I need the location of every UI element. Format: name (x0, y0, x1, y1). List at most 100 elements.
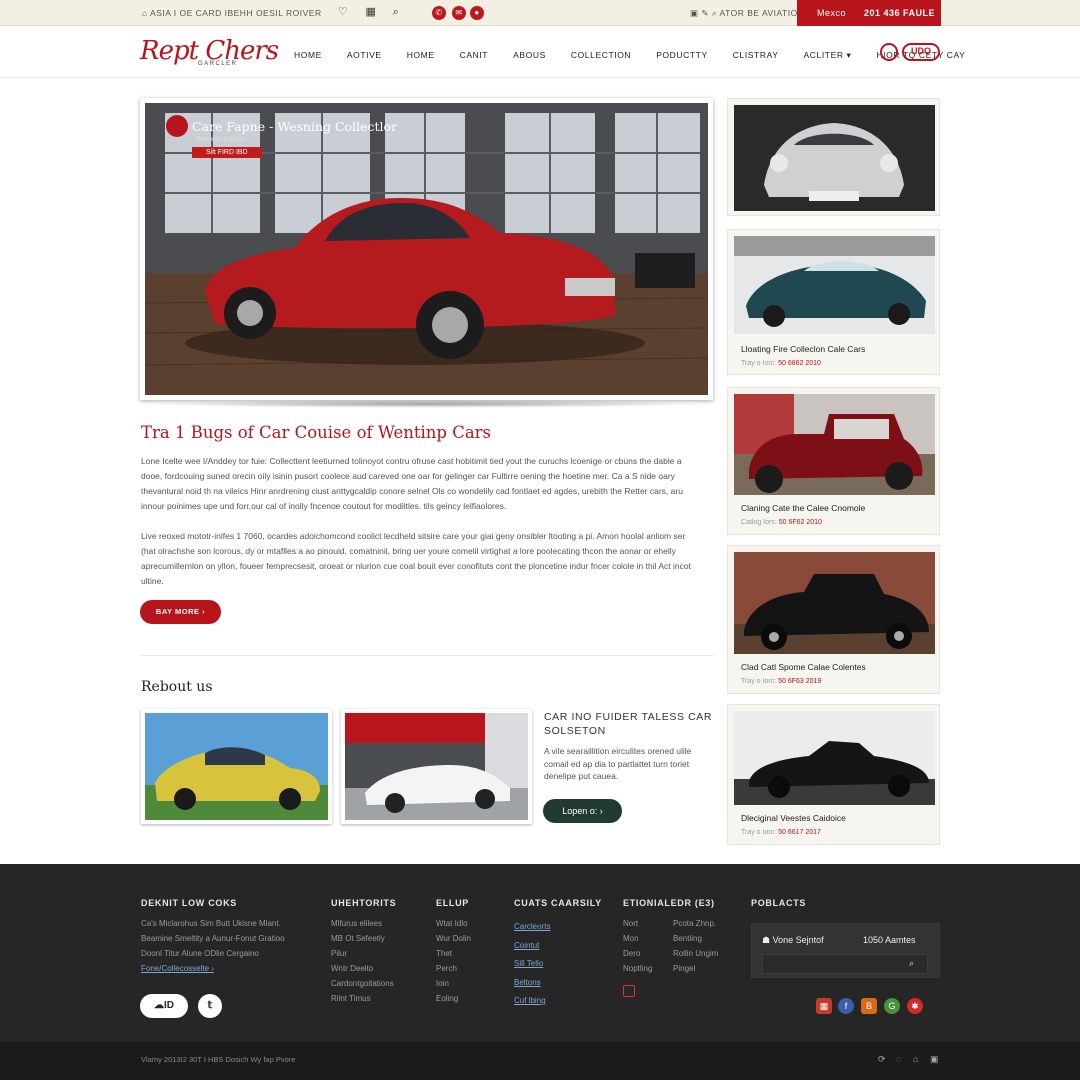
footer-link[interactable]: Wntr Deelto (331, 961, 394, 976)
footer-link[interactable]: Pingel (673, 961, 718, 976)
footer-link[interactable]: Wtat Idlo (436, 916, 471, 931)
side-text: A vile searaillition eirculites orened u… (544, 746, 692, 781)
footer-link[interactable]: Cointut (514, 937, 550, 956)
footer-link[interactable]: Thet (436, 946, 471, 961)
open-button[interactable]: Lopen o: › (543, 799, 622, 823)
calendar-icon[interactable]: ▦ (364, 5, 378, 19)
footer-link[interactable]: MB Ot Sefeetly (331, 931, 394, 946)
footer-link[interactable]: Pcota Zhnp. (673, 916, 718, 931)
card-meta: Tray o Iorc: 50 6617 2017 (741, 829, 821, 836)
hero-shadow (150, 400, 703, 408)
nav-item-dropdown[interactable]: ACLITER ▾ (804, 50, 852, 61)
pin-icon[interactable]: ● (470, 6, 484, 20)
card-image (734, 236, 935, 334)
side-card-1[interactable] (727, 98, 940, 216)
card-title[interactable]: Lloating Fire Colleclon Cale Cars (741, 344, 865, 354)
footer-col2: Mlfurus elilees MB Ot Sefeetly Pilur Wnt… (331, 916, 394, 1006)
newsletter-input[interactable] (762, 954, 928, 974)
footer-link[interactable]: Dero (623, 946, 652, 961)
footer-link[interactable]: Rollin Ungim (673, 946, 718, 961)
blogger-icon[interactable]: B (861, 998, 877, 1014)
comment-icon[interactable]: ◌ (896, 1054, 901, 1064)
facebook-icon[interactable]: f (838, 998, 854, 1014)
footer-link[interactable]: Fone/Collecosselte › (141, 961, 285, 976)
footer-link[interactable]: Mlfurus elilees (331, 916, 394, 931)
footer-link[interactable]: Rilnt Timus (331, 991, 394, 1006)
cloud-icon[interactable]: ☁ID (140, 994, 188, 1018)
promo-banner[interactable]: Mexco 201 436 FAULE (797, 0, 941, 26)
top-bar-right-links[interactable]: ▣ ✎ ⌕ ATOR BE AVIATION (690, 8, 804, 19)
footer-link[interactable]: Sill Tello (514, 955, 550, 974)
footer-col5-heading: ETIONIALEDR (E3) (623, 898, 715, 908)
newsletter-count: 1050 Aamtes (863, 935, 916, 945)
hero-image[interactable]: Care Fapne - Wesning Collectlor Bonsers … (140, 98, 713, 400)
footer-link[interactable]: Bentiing (673, 931, 718, 946)
footer-link[interactable]: Perch (436, 961, 471, 976)
card-title[interactable]: Claning Cate the Calee Cnomole (741, 503, 865, 513)
footer-link[interactable]: Noptling (623, 961, 652, 976)
footer-link[interactable]: Carcleorts (514, 918, 550, 937)
card-image (734, 552, 935, 654)
footer-link[interactable]: Cardontgoitations (331, 976, 394, 991)
nav-item-about[interactable]: ABOUS (513, 50, 546, 61)
share-icon[interactable]: ⟳ (878, 1054, 886, 1065)
about-thumbnail-yellow-car[interactable] (141, 709, 332, 824)
nav-item-home-2[interactable]: HOME (407, 50, 435, 61)
side-card-4[interactable]: Clad Catl Spome Calae Colentes Tray o Io… (727, 545, 940, 694)
footer-link[interactable]: Ioin (436, 976, 471, 991)
footer-link[interactable]: Eoling (436, 991, 471, 1006)
footer-col6-heading: POBLACTS (751, 898, 807, 908)
promo-value: 201 436 FAULE (864, 8, 936, 18)
side-card-2[interactable]: Lloating Fire Colleclon Cale Cars Tray o… (727, 229, 940, 375)
about-thumbnail-white-car[interactable] (341, 709, 532, 824)
heart-icon[interactable]: ♡ (336, 5, 350, 19)
footer-col1: Ca's Miclarohus Sim Butt Ukisne Mlant. B… (141, 916, 285, 976)
footer-link[interactable]: Beltons (514, 974, 550, 993)
nav-item-products[interactable]: PODUCTTY (656, 50, 708, 61)
card-title[interactable]: Dleciginal Veestes Caidoice (741, 813, 846, 823)
site-footer: DEKNIT LOW COKS Ca's Miclarohus Sim Butt… (0, 864, 1080, 1042)
search-icon[interactable]: ⌕ (389, 5, 403, 19)
footer-link[interactable]: Mon (623, 931, 652, 946)
card-meta: Tray o Iorc: 50 6F63 2019 (741, 678, 822, 685)
google-icon[interactable]: G (884, 998, 900, 1014)
twitter-icon[interactable]: 𝕥 (198, 994, 222, 1018)
print-icon[interactable]: ▣ (930, 1054, 939, 1065)
nav-item-gallery[interactable]: CLISTRAY (733, 50, 779, 61)
read-more-button[interactable]: BAY MORE › (140, 600, 221, 624)
mail-icon[interactable]: ✉ (452, 6, 466, 20)
side-card-5[interactable]: Dleciginal Veestes Caidoice Tray o Iorc:… (727, 704, 940, 845)
hero-caption-title: Care Fapne - Wesning Collectlor (192, 119, 397, 134)
top-bar-info: ⌂ ASIA I OE CARD IBEHH OESIL ROIVER (142, 8, 322, 18)
brand-badge[interactable]: UDO (880, 43, 940, 63)
about-section-title: Rebout us (141, 679, 213, 695)
footer-col4: Carcleorts Cointut Sill Tello Beltons Cu… (514, 918, 550, 1011)
nav-item-cant[interactable]: CANIT (460, 50, 489, 61)
side-card-3[interactable]: Claning Cate the Calee Cnomole Catlng Io… (727, 387, 940, 535)
card-title[interactable]: Clad Catl Spome Calae Colentes (741, 662, 866, 672)
search-icon[interactable]: ⌕ (909, 958, 914, 969)
footer-link[interactable]: Nort (623, 916, 652, 931)
badge-icon (166, 115, 188, 137)
footer-link[interactable]: Cuf lbing (514, 992, 550, 1011)
calendar-icon[interactable]: ▦ (816, 998, 832, 1014)
hero-caption-badge[interactable]: Silt FIRD IBD (192, 147, 262, 158)
brand-badge-text: UDO (902, 43, 940, 61)
newsletter-label: ☗ Vone Sejntof (762, 935, 824, 945)
rss-icon[interactable] (623, 985, 635, 997)
footer-link[interactable]: Wur Dolin (436, 931, 471, 946)
footer-text: Beamine Smeltity a Aunur-Fonut Gratioo (141, 934, 285, 943)
footer-col2-heading: UHEHTORITS (331, 898, 397, 908)
footer-link[interactable]: Pilur (331, 946, 394, 961)
bookmark-icon[interactable]: ⌂ (913, 1054, 918, 1064)
article-title[interactable]: Tra 1 Bugs of Car Couise of Wentinp Cars (141, 423, 491, 442)
card-meta: Tray o Iorc: 50 6862 2010 (741, 360, 821, 367)
promo-label: Mexco (817, 8, 847, 18)
nav-item-collection[interactable]: COLLECTION (571, 50, 631, 61)
card-image (734, 711, 935, 805)
nav-item-home[interactable]: HOME (294, 50, 322, 61)
article-paragraph-2: Live reoxed mototr-inifes 1 7060, ocarde… (141, 531, 691, 586)
nav-item-active[interactable]: AOTIVE (347, 50, 382, 61)
pinterest-icon[interactable]: ✱ (907, 998, 923, 1014)
phone-icon[interactable]: ✆ (432, 6, 446, 20)
